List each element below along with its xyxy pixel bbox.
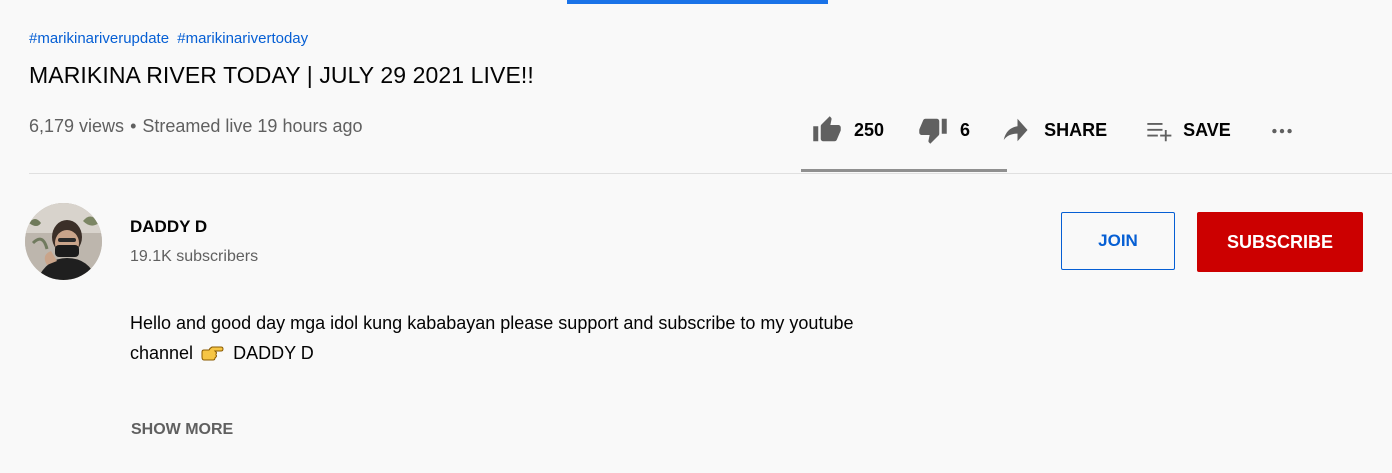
playlist-add-icon [1147,123,1172,142]
description-line: Hello and good day mga idol kung kababay… [130,313,854,333]
share-arrow-icon [1003,118,1028,142]
video-title: MARIKINA RIVER TODAY | JULY 29 2021 LIVE… [29,62,534,88]
top-highlight-strip [567,0,828,4]
channel-avatar[interactable] [25,203,102,280]
join-button[interactable]: JOIN [1061,212,1175,270]
hashtag-link[interactable]: #marikinarivertoday [177,30,308,47]
thumbs-down-icon [919,118,947,144]
pointing-hand-icon [200,342,224,372]
stream-date: Streamed live 19 hours ago [142,116,363,136]
description-text: channel [130,343,194,363]
dislike-count: 6 [960,119,971,140]
more-horizontal-icon [1272,128,1292,134]
avatar-photo [25,203,102,280]
share-label: SHARE [1044,119,1108,140]
show-more-button[interactable]: SHOW MORE [131,421,233,439]
save-button[interactable]: SAVE [1145,116,1231,144]
hashtags: #marikinariverupdate #marikinarivertoday [29,30,312,47]
like-sentiment-bar [801,169,1007,172]
hashtag-link[interactable]: #marikinariverupdate [29,30,169,47]
video-description: Hello and good day mga idol kung kababay… [130,308,1110,372]
divider [29,173,1392,174]
description-text: DADDY D [233,343,314,363]
like-button[interactable]: 250 [812,115,884,145]
description-line: channel DADDY D [130,338,1110,372]
video-meta: 6,179 views • Streamed live 19 hours ago [29,116,363,137]
save-label: SAVE [1183,119,1231,140]
view-count: 6,179 views [29,116,125,136]
share-button[interactable]: SHARE [1000,115,1107,145]
more-actions-button[interactable] [1269,117,1295,143]
subscribe-button[interactable]: SUBSCRIBE [1197,212,1363,272]
dislike-button[interactable]: 6 [918,115,970,145]
subscriber-count: 19.1K subscribers [130,248,259,265]
meta-separator: • [130,116,137,136]
channel-name[interactable]: DADDY D [130,217,207,237]
thumbs-up-icon [813,116,841,142]
like-count: 250 [854,119,885,140]
action-bar: 250 6 SHARE SAVE [810,112,1295,148]
